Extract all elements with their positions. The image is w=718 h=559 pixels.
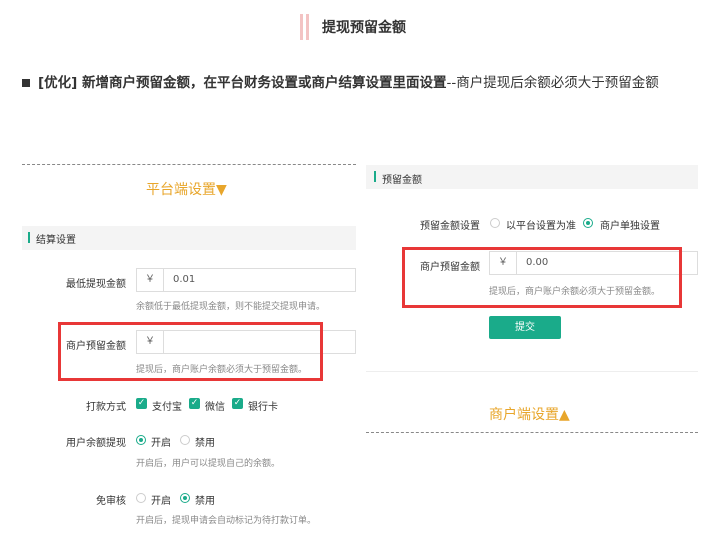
min-withdraw-label: 最低提现金额 <box>66 279 126 290</box>
no-review-label: 免审核 <box>96 496 126 507</box>
min-withdraw-value: 0.01 <box>173 274 196 285</box>
title-decoration <box>306 14 309 40</box>
user-withdraw-off-label: 禁用 <box>195 438 215 449</box>
highlight-box <box>58 322 323 381</box>
follow-platform-radio[interactable] <box>490 218 500 228</box>
user-withdraw-off-radio[interactable] <box>180 435 190 445</box>
bankcard-checkbox[interactable]: ✓ <box>232 398 243 409</box>
title-decoration <box>300 14 303 40</box>
user-withdraw-hint: 开启后，用户可以提现自己的余额。 <box>136 459 281 469</box>
no-review-on-label: 开启 <box>151 496 171 507</box>
section-header-settlement: 结算设置 <box>22 226 356 250</box>
alipay-checkbox[interactable]: ✓ <box>136 398 147 409</box>
user-withdraw-label: 用户余额提现 <box>66 438 126 449</box>
user-withdraw-on-label: 开启 <box>151 438 171 449</box>
no-review-on-radio[interactable] <box>136 493 146 503</box>
no-review-off-radio[interactable] <box>180 493 190 503</box>
divider <box>366 371 698 372</box>
currency-prefix: ￥ <box>137 269 164 291</box>
note-main: [优化] 新增商户预留金额，在平台财务设置或商户结算设置里面设置 <box>38 75 447 91</box>
highlight-box <box>402 247 682 308</box>
wechat-label: 微信 <box>205 402 225 413</box>
platform-caption: 平台端设置▼ <box>146 182 227 198</box>
no-review-off-label: 禁用 <box>195 496 215 507</box>
update-note: [优化] 新增商户预留金额，在平台财务设置或商户结算设置里面设置--商户提现后余… <box>22 70 702 96</box>
bullet-icon <box>22 79 30 87</box>
note-suffix: --商户提现后余额必须大于预留金额 <box>446 75 659 91</box>
reserve-setting-label: 预留金额设置 <box>420 221 480 232</box>
submit-button[interactable]: 提交 <box>489 316 561 339</box>
min-withdraw-hint: 余额低于最低提现金额，则不能提交提现申请。 <box>136 302 326 312</box>
section-title: 结算设置 <box>36 235 76 246</box>
wechat-checkbox[interactable]: ✓ <box>189 398 200 409</box>
alipay-label: 支付宝 <box>152 402 182 413</box>
min-withdraw-input[interactable]: ￥ 0.01 <box>136 268 356 292</box>
merchant-own-label: 商户单独设置 <box>600 221 660 232</box>
no-review-hint: 开启后，提现申请会自动标记为待打款订单。 <box>136 516 317 526</box>
section-title: 预留金额 <box>382 175 422 186</box>
divider-dashed <box>366 432 698 433</box>
section-accent-bar <box>28 232 30 243</box>
follow-platform-label: 以平台设置为准 <box>506 221 576 232</box>
section-header-reserve: 预留金额 <box>366 165 698 189</box>
section-accent-bar <box>374 171 376 182</box>
pay-method-label: 打款方式 <box>86 402 126 413</box>
merchant-caption: 商户端设置▲ <box>489 407 570 423</box>
bankcard-label: 银行卡 <box>248 402 278 413</box>
merchant-own-radio[interactable] <box>583 218 593 228</box>
page-title: 提现预留金额 <box>322 20 406 36</box>
divider-dashed <box>22 164 356 165</box>
user-withdraw-on-radio[interactable] <box>136 435 146 445</box>
